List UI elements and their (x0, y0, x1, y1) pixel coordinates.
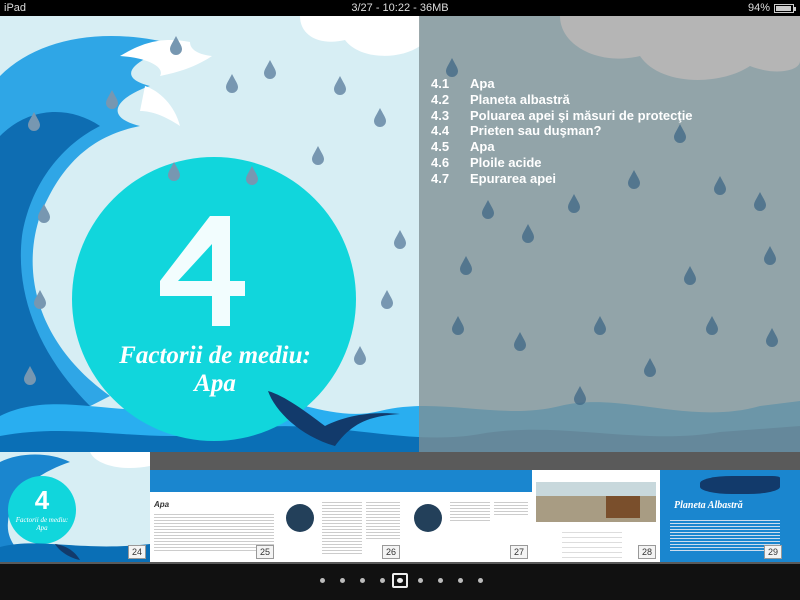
thumbnail-whale (700, 476, 780, 494)
thumbnail-heading: Apa (154, 500, 170, 509)
page-number-label: 29 (764, 545, 782, 559)
toc-title: Apa (470, 76, 495, 91)
toc-item[interactable]: 4.4 Prieten sau duşman? (431, 123, 693, 139)
thumbnail-header-band (278, 470, 404, 492)
battery-percent: 94% (747, 2, 770, 14)
page-dot[interactable] (320, 578, 325, 583)
toc-title: Ploile acide (470, 154, 542, 170)
toc-number: 4.4 (431, 123, 450, 139)
toc-item[interactable]: 4.3 Poluarea apei şi măsuri de protecţie (431, 108, 693, 124)
page-dot[interactable] (478, 578, 483, 583)
page-dot-active[interactable] (392, 573, 408, 588)
toc-title: Poluarea apei şi măsuri de protecţie (470, 107, 693, 123)
thumbnail-photo (536, 482, 656, 522)
svg-text:4: 4 (35, 485, 50, 515)
thumbnail-list (562, 528, 622, 558)
thumbnail-text-lines (450, 500, 490, 522)
page-dot[interactable] (418, 578, 423, 583)
toc-number: 4.5 (431, 139, 450, 155)
toc-item[interactable]: 4.5 Apa (431, 139, 693, 155)
page-dot[interactable] (458, 578, 463, 583)
chapter-title-line1: Factorii de mediu: (119, 342, 311, 369)
toc-title: Epurarea apei (470, 170, 556, 186)
thumbnail-heading: Planeta Albastră (674, 500, 743, 511)
thumbnail-page-29[interactable]: Planeta Albastră 29 (660, 470, 786, 562)
battery-indicator: 94% (747, 0, 796, 16)
toc-item[interactable]: 4.1 Apa (431, 76, 693, 92)
toc-number: 4.2 (431, 91, 450, 107)
toc-item[interactable]: 4.7 Epurarea apei (431, 171, 693, 187)
book-spread[interactable]: Factorii de mediu: Apa 4.1 Apa 4.2 Planeta… (0, 16, 800, 452)
page-number-label: 26 (382, 545, 400, 559)
thumbnail-caption-line2: Apa (36, 524, 48, 532)
toc-number: 4.7 (431, 170, 450, 186)
page-number-label: 27 (510, 545, 528, 559)
thumbnail-text-lines (366, 500, 400, 540)
thumbnail-page-next[interactable] (786, 470, 800, 562)
page-number-label: 28 (638, 545, 656, 559)
thumbnail-caption-line1: Factorii de mediu: (15, 516, 69, 524)
page-dot[interactable] (360, 578, 365, 583)
page-number-label: 25 (256, 545, 274, 559)
status-bar: iPad 3/27 - 10:22 - 36MB 94% (0, 0, 800, 16)
page-dot[interactable] (380, 578, 385, 583)
thumbnail-header-band (150, 470, 278, 492)
thumbnail-page-25[interactable]: Apa 25 (150, 470, 278, 562)
table-of-contents: 4.1 Apa 4.2 Planeta albastră 4.3 Poluarea a… (431, 76, 693, 187)
page-dot[interactable] (438, 578, 443, 583)
thumbnail-header-band (404, 470, 532, 492)
thumbnail-page-28[interactable]: 28 (532, 470, 660, 562)
toc-title: Apa (470, 139, 495, 155)
chapter-title: Factorii de mediu: Apa (70, 342, 360, 398)
thumbnail-page-26[interactable]: 26 (278, 470, 404, 562)
page-dot[interactable] (340, 578, 345, 583)
thumbnail-caption: Factorii de mediu: Apa (10, 516, 74, 532)
thumbnail-text-lines (322, 500, 362, 556)
toc-number: 4.6 (431, 154, 450, 170)
page-indicator[interactable] (0, 564, 800, 600)
toc-title: Planeta albastră (470, 91, 570, 107)
toc-number: 4.1 (431, 76, 450, 91)
thumbnail-circle-image (286, 504, 314, 532)
thumbnail-circle-image (414, 504, 442, 532)
toc-title: Prieten sau duşman? (470, 123, 602, 139)
battery-icon (774, 3, 796, 13)
page-number-label: 24 (128, 545, 146, 559)
page-thumbnail-strip[interactable]: 4 Factorii de mediu: Apa 24 Apa 25 26 27 (0, 452, 800, 564)
thumbnail-text-lines (494, 500, 528, 516)
toc-item[interactable]: 4.2 Planeta albastră (431, 92, 693, 108)
toc-number: 4.3 (431, 107, 450, 123)
status-info: 3/27 - 10:22 - 36MB (351, 2, 449, 14)
toc-item[interactable]: 4.6 Ploile acide (431, 155, 693, 171)
thumbnail-page-27[interactable]: 27 (404, 470, 532, 562)
chapter-title-line2: Apa (194, 370, 236, 397)
thumbnail-page-24[interactable]: 4 Factorii de mediu: Apa 24 (0, 452, 150, 562)
